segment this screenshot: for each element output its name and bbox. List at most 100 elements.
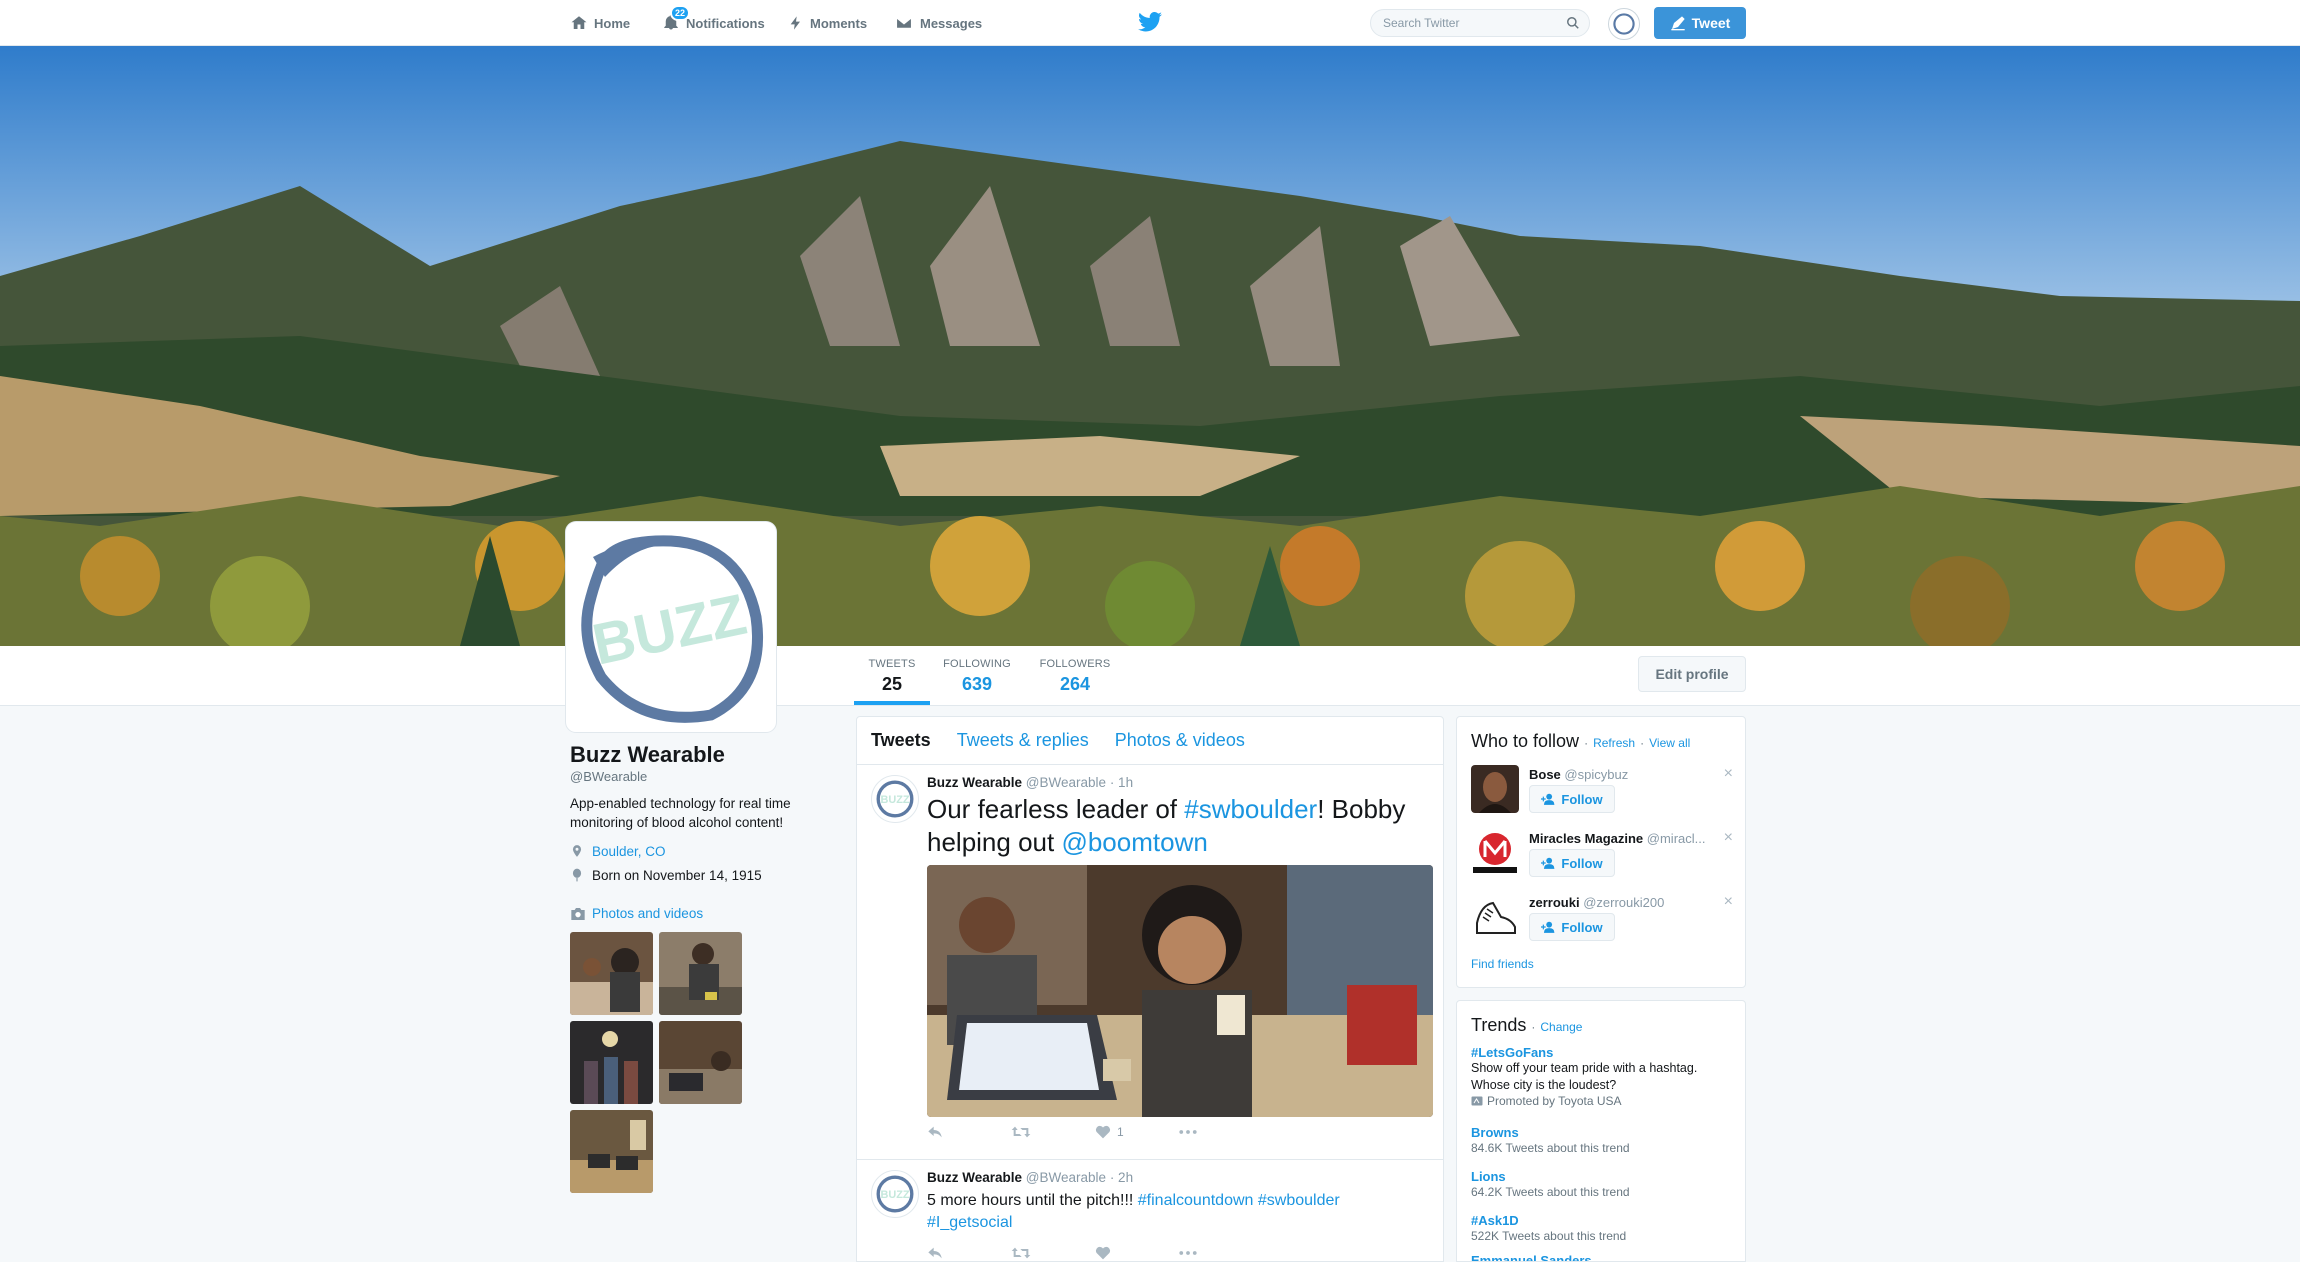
suggested-user-name[interactable]: Miracles Magazine (1529, 831, 1643, 846)
trend-item[interactable]: #Ask1D 522K Tweets about this trend (1471, 1213, 1733, 1245)
tweet-author-handle[interactable]: @BWearable (1026, 775, 1106, 790)
trend-item[interactable]: Lions 64.2K Tweets about this trend (1471, 1169, 1733, 1201)
twitter-bird-logo[interactable] (1138, 11, 1162, 37)
edit-profile-button[interactable]: Edit profile (1638, 656, 1746, 692)
tab-tweets-and-replies[interactable]: Tweets & replies (957, 730, 1089, 751)
dismiss-suggestion-close-icon[interactable]: × (1724, 893, 1733, 911)
reply-button[interactable] (927, 1125, 1011, 1139)
nav-home-label: Home (594, 15, 631, 31)
hashtag-link[interactable]: #swboulder (1184, 794, 1317, 824)
search-icon[interactable] (1566, 16, 1580, 30)
location-link[interactable]: Boulder, CO (592, 844, 666, 859)
reply-icon (928, 1126, 942, 1138)
more-button[interactable] (1179, 1129, 1263, 1135)
nav-home[interactable]: Home (570, 12, 630, 34)
suggested-user-avatar[interactable] (1471, 765, 1519, 813)
trend-item[interactable]: #LetsGoFans Show off your team pride wit… (1471, 1045, 1733, 1108)
stat-followers[interactable]: FOLLOWERS 264 (1036, 658, 1114, 695)
add-user-icon (1541, 857, 1555, 869)
stat-tweets-label: TWEETS (868, 658, 916, 670)
hashtag-link[interactable]: #I_getsocial (927, 1214, 1012, 1231)
photo-thumbnail[interactable] (570, 1110, 653, 1193)
who-to-follow-title: Who to follow (1471, 731, 1580, 751)
separator-dot: · (1584, 736, 1589, 750)
tweet-photo[interactable] (927, 865, 1433, 1117)
profile-location: Boulder, CO (570, 843, 666, 859)
trend-name[interactable]: Lions (1471, 1169, 1733, 1184)
photo-thumbnail[interactable] (659, 932, 742, 1015)
change-trends-link[interactable]: Change (1540, 1020, 1582, 1034)
tab-tweets[interactable]: Tweets (871, 730, 931, 751)
search-box (1370, 9, 1590, 37)
like-count: 1 (1117, 1125, 1124, 1139)
tweet-timestamp[interactable]: · 1h (1110, 775, 1133, 790)
like-button[interactable]: 1 (1095, 1125, 1179, 1139)
trend-name[interactable]: Emmanuel Sanders (1471, 1253, 1733, 1261)
tweet-item[interactable]: BUZZ Buzz Wearable @BWearable · 1h Our f… (857, 765, 1443, 1160)
suggested-user-handle[interactable]: @zerrouki200 (1583, 895, 1664, 910)
photo-thumbnail[interactable] (570, 1021, 653, 1104)
nav-notifications[interactable]: 22 Notifications (662, 4, 765, 34)
photo-thumbnail-grid (570, 932, 830, 1193)
suggested-user-name[interactable]: Bose (1529, 767, 1561, 782)
tab-photos-and-videos[interactable]: Photos & videos (1115, 730, 1245, 751)
trend-item[interactable]: Browns 84.6K Tweets about this trend (1471, 1125, 1733, 1157)
profile-name[interactable]: Buzz Wearable (570, 742, 725, 768)
refresh-link[interactable]: Refresh (1593, 736, 1635, 750)
mention-link[interactable]: @boomtown (1061, 827, 1207, 857)
tweet-author-name[interactable]: Buzz Wearable (927, 1170, 1022, 1185)
profile-bio: App-enabled technology for real time mon… (570, 796, 791, 830)
suggested-user-name-row: zerrouki @zerrouki200 (1529, 895, 1664, 910)
photo-thumbnail[interactable] (659, 1021, 742, 1104)
follow-button[interactable]: Follow (1529, 849, 1615, 877)
more-button[interactable] (1179, 1250, 1263, 1256)
trend-name[interactable]: Browns (1471, 1125, 1733, 1140)
suggested-user-handle[interactable]: @spicybuz (1564, 767, 1628, 782)
hashtag-link[interactable]: #finalcountdown (1138, 1192, 1254, 1209)
reply-icon (928, 1247, 942, 1259)
find-friends-link[interactable]: Find friends (1471, 957, 1534, 971)
search-input[interactable] (1383, 10, 1563, 36)
suggested-user-name[interactable]: zerrouki (1529, 895, 1580, 910)
profile-avatar[interactable]: BUZZ (566, 522, 776, 732)
stat-following[interactable]: FOLLOWING 639 (940, 658, 1014, 695)
hashtag-link[interactable]: #swboulder (1258, 1192, 1340, 1209)
retweet-button[interactable] (1011, 1125, 1095, 1139)
trend-item[interactable]: Emmanuel Sanders (1471, 1253, 1733, 1261)
suggested-user-handle[interactable]: @miracl... (1647, 831, 1706, 846)
reply-button[interactable] (927, 1246, 1011, 1260)
trend-description: Show off your team pride with a hashtag.… (1471, 1061, 1698, 1092)
trend-name[interactable]: #LetsGoFans (1471, 1045, 1733, 1060)
dismiss-suggestion-close-icon[interactable]: × (1724, 829, 1733, 847)
retweet-icon (1011, 1126, 1031, 1138)
suggested-user-avatar[interactable] (1471, 893, 1519, 941)
account-avatar[interactable] (1608, 8, 1640, 40)
follow-button[interactable]: Follow (1529, 913, 1615, 941)
tweet-author-avatar[interactable]: BUZZ (871, 1170, 919, 1218)
nav-messages-label: Messages (920, 15, 983, 31)
nav-moments[interactable]: Moments (788, 12, 867, 34)
stat-tweets[interactable]: TWEETS 25 (860, 658, 924, 695)
follow-button[interactable]: Follow (1529, 785, 1615, 813)
tweet-text-part: 5 more hours until the pitch!!! (927, 1192, 1138, 1209)
tweet-author-name[interactable]: Buzz Wearable (927, 775, 1022, 790)
tweet-author-handle[interactable]: @BWearable (1026, 1170, 1106, 1185)
profile-handle[interactable]: @BWearable (570, 769, 647, 784)
photo-thumbnail[interactable] (570, 932, 653, 1015)
retweet-button[interactable] (1011, 1246, 1095, 1260)
suggested-user-avatar[interactable] (1471, 829, 1519, 877)
tweet-text-part: Our fearless leader of (927, 794, 1185, 824)
tweet-header: Buzz Wearable @BWearable · 2h (927, 1170, 1133, 1185)
like-button[interactable] (1095, 1246, 1179, 1260)
stat-following-value: 639 (961, 674, 993, 694)
dismiss-suggestion-close-icon[interactable]: × (1724, 765, 1733, 783)
compose-tweet-button[interactable]: Tweet (1654, 7, 1746, 39)
tweet-timestamp[interactable]: · 2h (1110, 1170, 1133, 1185)
promoted-icon (1471, 1096, 1483, 1106)
tweet-author-avatar[interactable]: BUZZ (871, 775, 919, 823)
trend-name[interactable]: #Ask1D (1471, 1213, 1733, 1228)
nav-messages[interactable]: Messages (894, 12, 982, 34)
photos-and-videos-link[interactable]: Photos and videos (570, 906, 703, 921)
view-all-link[interactable]: View all (1649, 736, 1690, 750)
tweet-item[interactable]: BUZZ Buzz Wearable @BWearable · 2h 5 mor… (857, 1160, 1443, 1261)
